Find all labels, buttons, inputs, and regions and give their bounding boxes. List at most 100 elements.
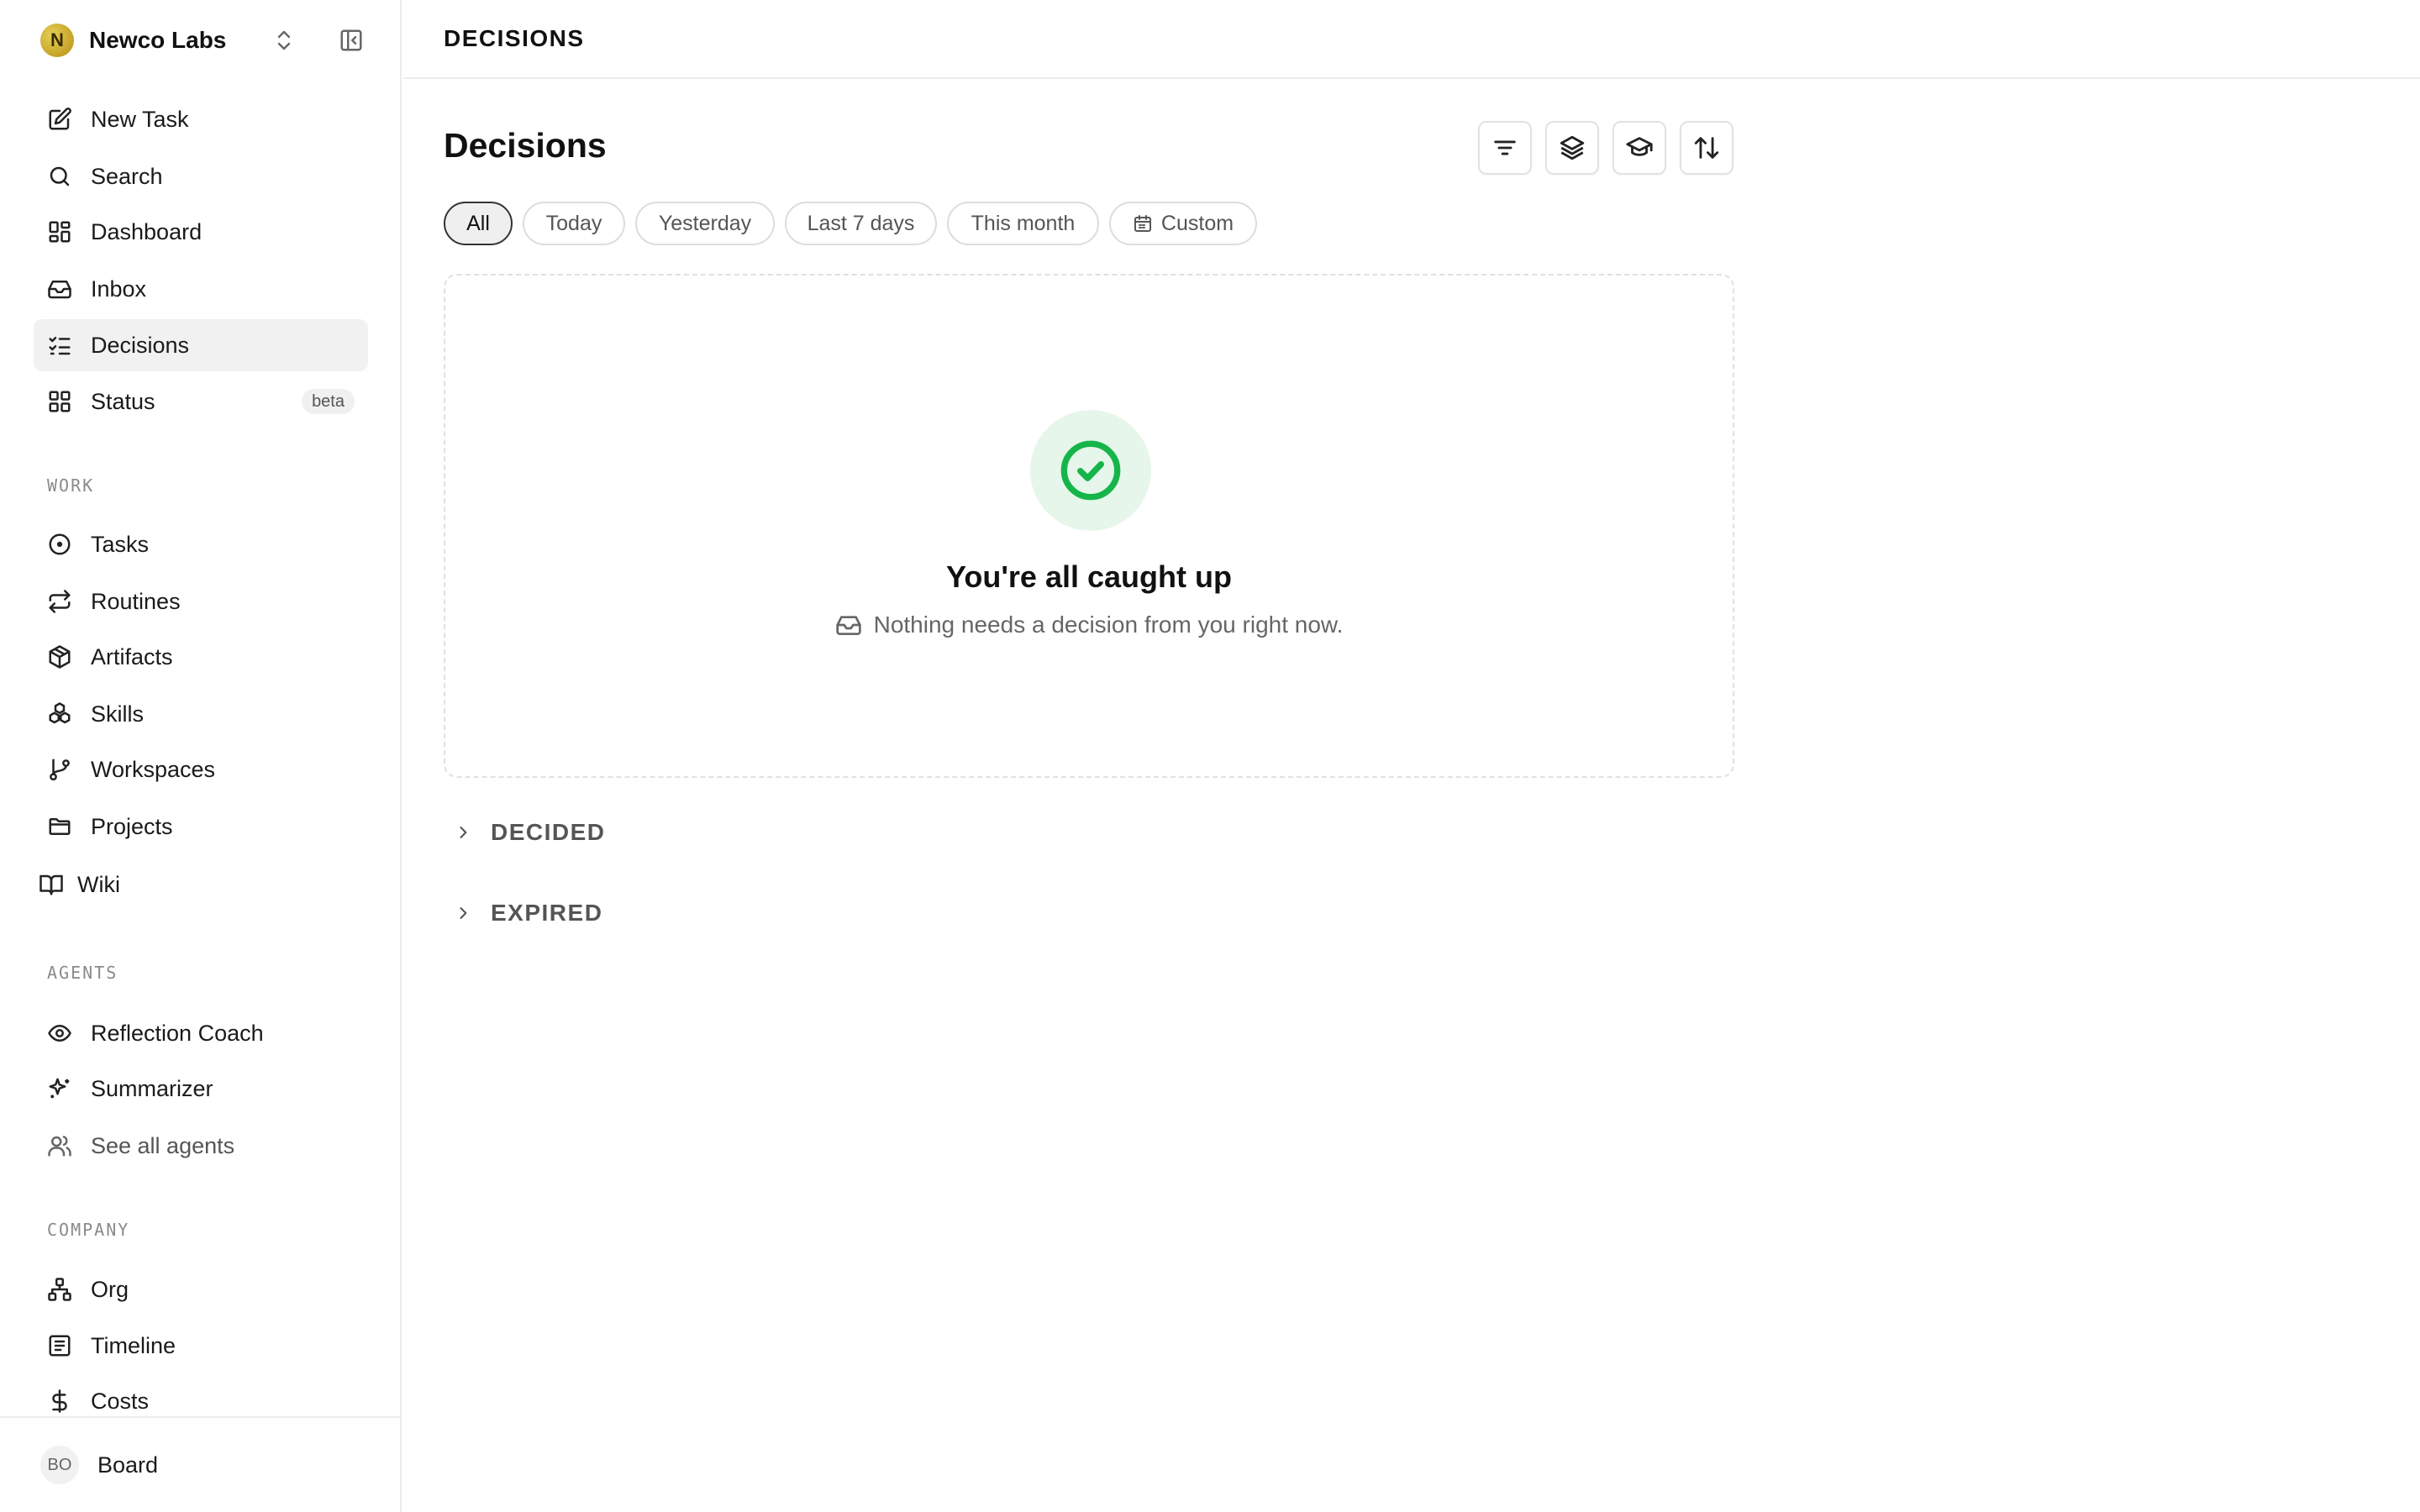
empty-state-card: You're all caught up Nothing needs a dec…	[444, 274, 1734, 778]
nav-routines[interactable]: Routines	[34, 575, 368, 627]
filter-button[interactable]	[1478, 121, 1532, 175]
nav-label: Skills	[91, 701, 145, 727]
git-branch-icon	[45, 755, 74, 784]
chevron-right-icon	[450, 823, 476, 842]
beta-badge: beta	[302, 389, 355, 414]
filter-icon	[1494, 140, 1516, 155]
nav-label: Tasks	[91, 531, 150, 557]
nav-timeline[interactable]: Timeline	[34, 1320, 368, 1372]
box-icon	[45, 643, 74, 671]
nav-label: Projects	[91, 813, 173, 839]
workspace-switcher-button[interactable]	[271, 27, 297, 54]
skills-icon	[45, 700, 74, 728]
nav-label: Wiki	[77, 871, 120, 897]
org-chart-icon	[45, 1275, 74, 1304]
sort-icon	[1694, 137, 1719, 159]
filter-chip-custom[interactable]: Custom	[1109, 202, 1257, 245]
nav-agent-summarizer[interactable]: Summarizer	[34, 1063, 368, 1115]
nav-label: Routines	[91, 588, 181, 614]
dashboard-icon	[45, 218, 74, 246]
learn-button[interactable]	[1612, 121, 1666, 175]
empty-state-message: Nothing needs a decision from you right …	[873, 612, 1344, 638]
group-label: DECIDED	[491, 819, 606, 845]
circle-dot-icon	[45, 530, 74, 559]
sidebar-collapse-icon	[340, 29, 362, 51]
edit-icon	[45, 105, 74, 134]
nav-org[interactable]: Org	[34, 1263, 368, 1315]
filter-chip-all[interactable]: All	[444, 202, 513, 245]
layers-icon	[1560, 135, 1585, 160]
nav-inbox[interactable]: Inbox	[34, 263, 368, 315]
user-menu[interactable]: BO Board	[0, 1416, 400, 1512]
eye-icon	[45, 1019, 74, 1047]
nav-label: Reflection Coach	[91, 1020, 264, 1046]
nav-label: Status	[91, 388, 155, 414]
sort-button[interactable]	[1680, 121, 1733, 175]
nav-label: New Task	[91, 106, 189, 132]
nav-label: Timeline	[91, 1332, 176, 1358]
group-by-button[interactable]	[1545, 121, 1599, 175]
filter-chip-this-month[interactable]: This month	[947, 202, 1099, 245]
nav-label: Dashboard	[91, 218, 203, 244]
chevron-right-icon	[450, 904, 476, 922]
group-toggle-decided[interactable]: DECIDED	[450, 812, 606, 853]
checklist-icon	[45, 331, 74, 360]
sidebar: N Newco Labs New Task Search Dashboard I…	[0, 0, 402, 1512]
nav-see-all-agents[interactable]: See all agents	[34, 1120, 368, 1172]
section-label-work: WORK	[47, 475, 95, 496]
calendar-icon	[1133, 213, 1153, 234]
chevrons-up-down-icon	[277, 30, 291, 50]
nav-label: See all agents	[91, 1132, 235, 1158]
success-badge	[1030, 410, 1151, 531]
group-toggle-expired[interactable]: EXPIRED	[450, 893, 602, 933]
search-icon	[45, 162, 74, 191]
nav-label: Costs	[91, 1388, 150, 1414]
empty-state-title: You're all caught up	[946, 559, 1232, 594]
filter-chip-last-7-days[interactable]: Last 7 days	[785, 202, 937, 245]
nav-skills[interactable]: Skills	[34, 688, 368, 740]
nav-label: Inbox	[91, 276, 147, 302]
workspace-avatar: N	[40, 24, 74, 57]
filter-chip-today[interactable]: Today	[523, 202, 625, 245]
graduation-cap-icon	[1626, 137, 1653, 156]
workspace-name[interactable]: Newco Labs	[89, 27, 226, 54]
grid-icon	[45, 387, 74, 416]
repeat-icon	[45, 587, 74, 616]
user-name: Board	[97, 1452, 159, 1478]
timeline-icon	[45, 1331, 74, 1360]
nav-new-task[interactable]: New Task	[34, 93, 368, 145]
inbox-icon	[835, 612, 862, 638]
empty-state-subtitle: Nothing needs a decision from you right …	[445, 612, 1733, 638]
nav-search[interactable]: Search	[34, 150, 368, 202]
nav-label: Org	[91, 1276, 129, 1302]
sparkles-icon	[45, 1074, 74, 1103]
nav-status[interactable]: Status beta	[34, 375, 368, 428]
breadcrumb-bar: DECISIONS	[403, 0, 2420, 79]
section-label-agents: AGENTS	[47, 963, 118, 983]
nav-label: Artifacts	[91, 643, 173, 669]
nav-projects[interactable]: Projects	[34, 801, 368, 853]
dollar-icon	[45, 1387, 74, 1415]
filter-chip-label: Custom	[1160, 211, 1234, 235]
nav-workspaces[interactable]: Workspaces	[34, 743, 368, 795]
nav-label: Decisions	[91, 332, 190, 358]
avatar: BO	[40, 1446, 79, 1484]
workspace-header: N Newco Labs	[40, 22, 376, 59]
collapse-sidebar-button[interactable]	[336, 25, 366, 55]
breadcrumb: DECISIONS	[444, 25, 585, 51]
nav-artifacts[interactable]: Artifacts	[34, 631, 368, 683]
nav-agent-reflection-coach[interactable]: Reflection Coach	[34, 1007, 368, 1059]
nav-decisions[interactable]: Decisions	[34, 319, 368, 371]
folder-icon	[45, 812, 74, 841]
filter-chip-yesterday[interactable]: Yesterday	[635, 202, 775, 245]
page-title: Decisions	[444, 126, 607, 165]
nav-tasks[interactable]: Tasks	[34, 518, 368, 570]
nav-dashboard[interactable]: Dashboard	[34, 206, 368, 258]
nav-label: Workspaces	[91, 756, 216, 782]
inbox-icon	[45, 275, 74, 303]
nav-label: Summarizer	[91, 1075, 213, 1101]
users-icon	[45, 1131, 74, 1160]
check-circle-icon	[1060, 440, 1121, 501]
nav-wiki[interactable]: Wiki	[25, 858, 360, 911]
nav-label: Search	[91, 163, 163, 189]
